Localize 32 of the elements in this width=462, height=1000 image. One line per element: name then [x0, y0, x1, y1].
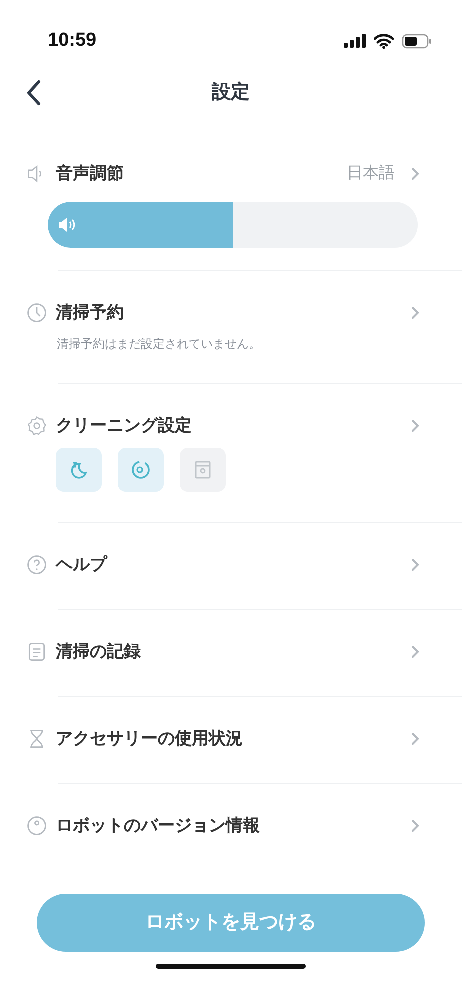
speaker-icon: [58, 217, 76, 233]
battery-icon: [402, 34, 432, 48]
help-icon: [26, 554, 48, 576]
setting-value: 日本語: [347, 164, 395, 184]
chevron-icon: [411, 819, 420, 833]
mode-toggle[interactable]: [56, 448, 102, 492]
gear-icon: [26, 415, 48, 437]
setting-label[interactable]: アクセサリーの使用状況: [56, 726, 411, 752]
setting-label[interactable]: 清掃の記録: [56, 639, 411, 665]
setting-label[interactable]: ヘルプ: [56, 552, 411, 578]
chevron-icon: [411, 306, 420, 320]
status-time: 10:59: [48, 28, 97, 53]
signal-icon: [344, 34, 366, 48]
back-icon[interactable]: [26, 80, 42, 106]
wifi-icon: [374, 34, 394, 48]
setting-label[interactable]: 音声調節: [56, 161, 347, 187]
document-icon: [26, 641, 48, 663]
clock-icon: [26, 302, 48, 324]
chevron-icon: [411, 419, 420, 433]
volume-slider[interactable]: [48, 202, 418, 248]
setting-label[interactable]: 清掃予約: [56, 300, 411, 326]
mode-toggle[interactable]: [118, 448, 164, 492]
chevron-icon: [411, 645, 420, 659]
setting-label[interactable]: ロボットのバージョン情報: [56, 813, 411, 839]
mode-toggle[interactable]: [180, 448, 226, 492]
chevron-icon: [411, 167, 420, 181]
schedule-note: 清掃予約はまだ設定されていません。: [57, 336, 262, 353]
pin-icon: [26, 815, 48, 837]
setting-label[interactable]: クリーニング設定: [56, 413, 411, 439]
chevron-icon: [411, 732, 420, 746]
page-title: 設定: [212, 80, 250, 105]
chevron-icon: [411, 558, 420, 572]
